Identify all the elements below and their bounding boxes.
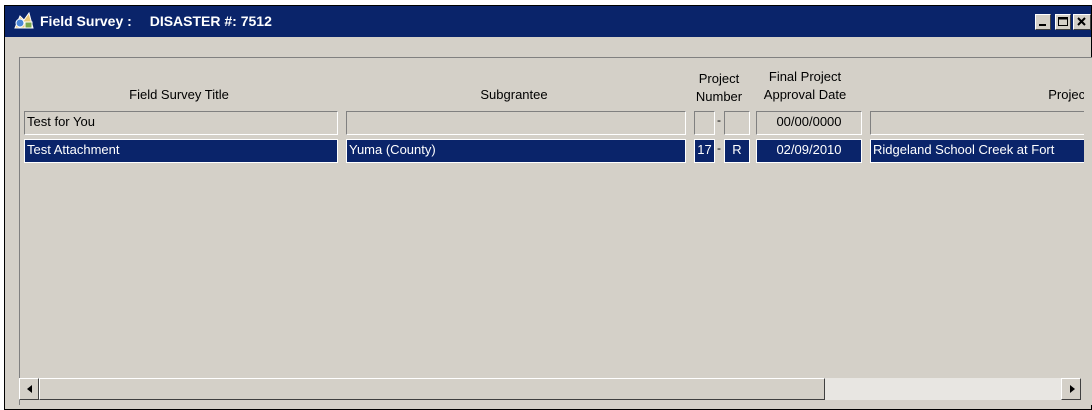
cell-project-title[interactable] — [870, 111, 1084, 135]
cell-project-number-b[interactable] — [724, 111, 750, 135]
scroll-right-arrow-icon — [1070, 385, 1075, 393]
scroll-left-button[interactable] — [19, 378, 39, 400]
cell-project-title[interactable]: Ridgeland School Creek at Fort — [870, 139, 1084, 163]
header-final-approval-date-line2: Approval Date — [763, 87, 847, 102]
scroll-right-button[interactable] — [1061, 378, 1081, 400]
maximize-icon — [1058, 17, 1068, 26]
header-project-number-line1: Project — [698, 71, 740, 86]
maximize-button[interactable] — [1055, 14, 1071, 30]
cell-field-survey-title[interactable]: Test for You — [24, 111, 338, 135]
window-title-label: Field Survey : — [40, 13, 132, 29]
header-subgrantee[interactable]: Subgrantee — [342, 86, 686, 104]
close-icon — [1077, 17, 1086, 26]
field-survey-grid: Field Survey Title Subgrantee Project Nu… — [19, 57, 1092, 405]
cell-field-survey-title[interactable]: Test Attachment — [24, 139, 338, 163]
title-bar[interactable]: Field Survey : DISASTER #: 7512 — [5, 6, 1091, 37]
header-project-number[interactable]: Project Number — [688, 70, 750, 106]
cell-project-number-b[interactable]: R — [724, 139, 750, 163]
grid-body: Field Survey Title Subgrantee Project Nu… — [20, 58, 1084, 376]
header-final-approval-date-line1: Final Project — [768, 69, 842, 84]
cell-subgrantee[interactable] — [346, 111, 686, 135]
cell-approval-date[interactable]: 00/00/0000 — [756, 111, 862, 135]
cell-project-number-a[interactable] — [694, 111, 715, 135]
field-survey-window: Field Survey : DISASTER #: 7512 Field Su… — [4, 5, 1092, 410]
scrollbar-thumb[interactable] — [39, 378, 825, 400]
cell-subgrantee[interactable]: Yuma (County) — [346, 139, 686, 163]
field-survey-app-icon — [14, 11, 34, 29]
horizontal-scrollbar[interactable] — [19, 378, 1081, 400]
header-project-number-line2: Number — [695, 89, 743, 104]
disaster-number-label: DISASTER #: 7512 — [149, 13, 272, 29]
close-button[interactable] — [1073, 14, 1091, 30]
header-field-survey-title[interactable]: Field Survey Title — [20, 86, 338, 104]
project-number-separator: - — [717, 113, 721, 127]
cell-approval-date[interactable]: 02/09/2010 — [756, 139, 862, 163]
minimize-button[interactable] — [1035, 14, 1051, 30]
minimize-icon — [1039, 24, 1046, 26]
scroll-left-arrow-icon — [27, 385, 32, 393]
header-project-title[interactable]: Project T — [870, 86, 1084, 104]
header-final-approval-date[interactable]: Final Project Approval Date — [750, 68, 860, 104]
scrollbar-track[interactable] — [39, 378, 1061, 400]
window-title: Field Survey : DISASTER #: 7512 — [40, 13, 272, 29]
cell-project-number-a[interactable]: 17 — [694, 139, 715, 163]
project-number-separator: - — [717, 141, 721, 155]
